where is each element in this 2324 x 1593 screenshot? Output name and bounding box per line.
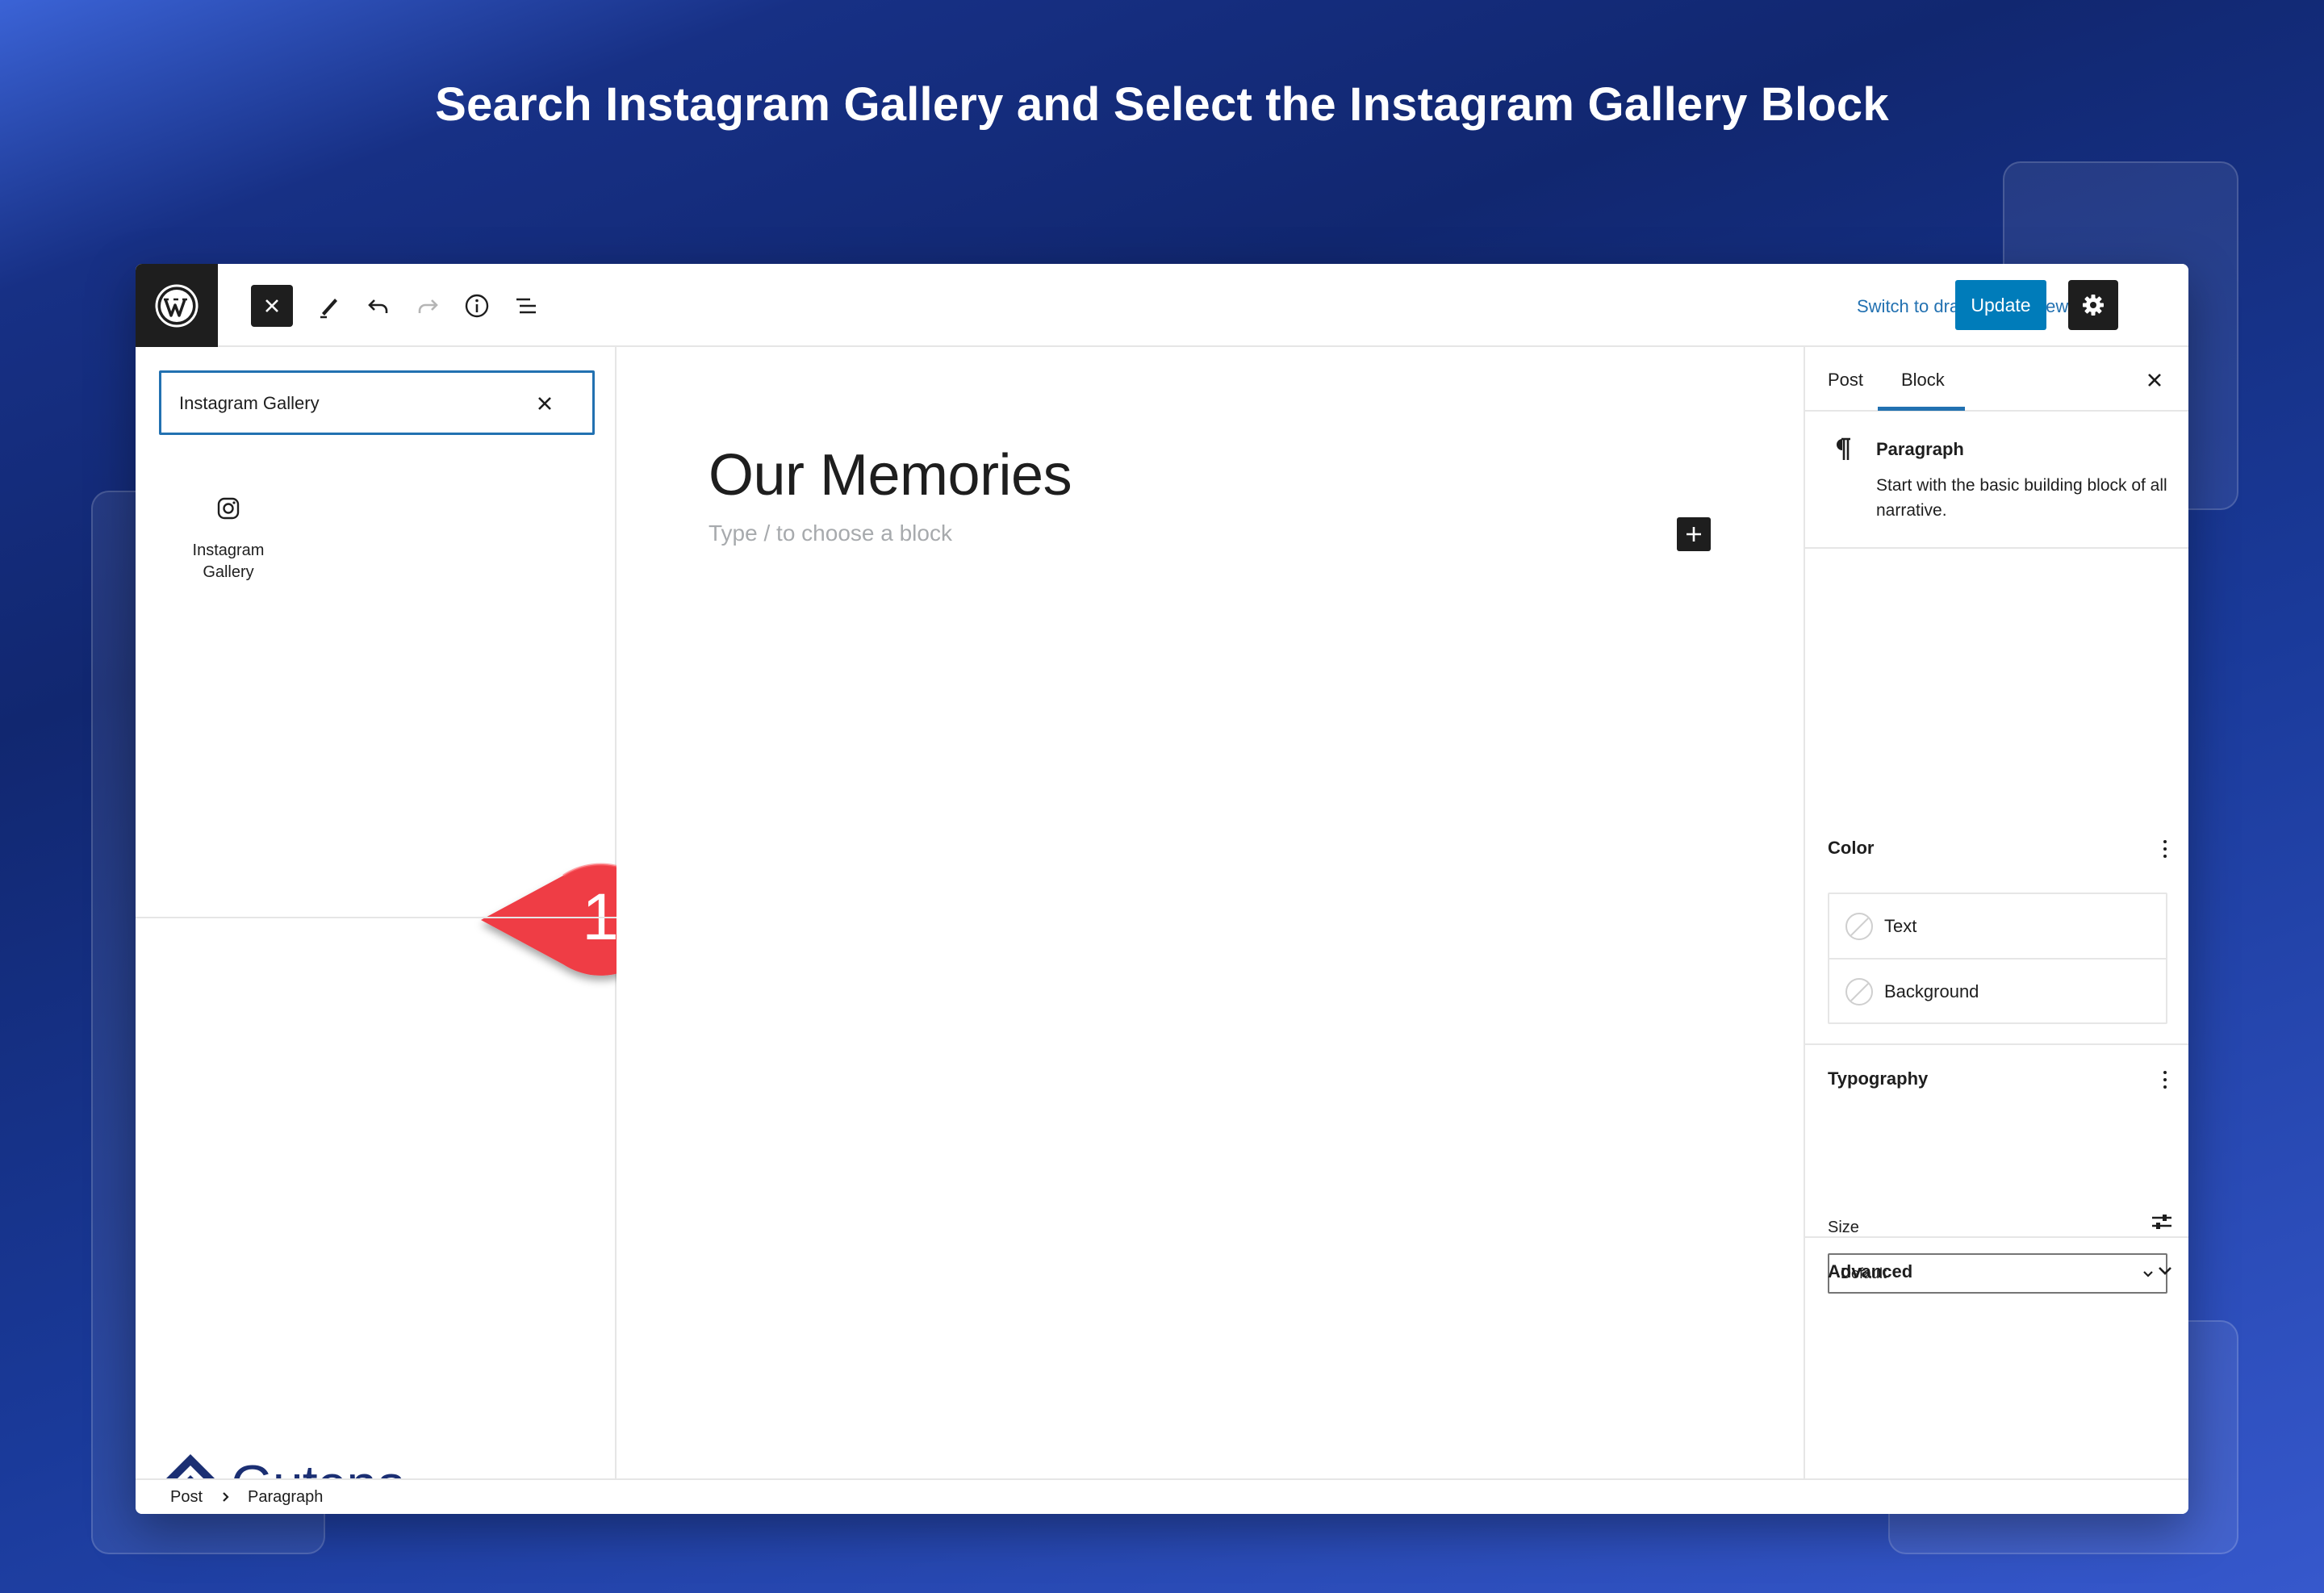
color-section-divider [1805, 1043, 2188, 1045]
clear-search-icon[interactable] [534, 393, 555, 414]
wordpress-logo[interactable] [136, 264, 218, 347]
advanced-section-divider [1805, 1236, 2188, 1238]
list-view-icon [516, 298, 536, 314]
text-color-swatch [1845, 913, 1873, 940]
block-search-box [159, 370, 595, 435]
tab-block[interactable]: Block [1901, 370, 1945, 391]
advanced-chevron-down-icon[interactable] [2155, 1260, 2176, 1281]
plus-icon [1687, 527, 1701, 541]
tab-post[interactable]: Post [1828, 370, 1863, 391]
settings-button[interactable] [2068, 280, 2118, 330]
info-icon [465, 294, 489, 318]
close-sidebar-icon[interactable] [2144, 370, 2165, 391]
close-icon [265, 299, 278, 312]
instagram-gallery-block-label: Instagram Gallery [192, 541, 265, 581]
block-search-input[interactable] [179, 391, 518, 416]
instagram-gallery-block-item[interactable]: Instagram Gallery [184, 484, 273, 597]
page-headline: Search Instagram Gallery and Select the … [435, 78, 1889, 131]
pencil-icon [320, 299, 337, 319]
settings-sidebar: Post Block Paragraph Start with the basi… [1804, 347, 2188, 1478]
tools-button[interactable] [308, 285, 350, 327]
breadcrumb-paragraph[interactable]: Paragraph [248, 1488, 323, 1507]
details-button[interactable] [456, 285, 498, 327]
editor-window: Switch to draft Preview Update [136, 264, 2188, 1514]
update-button[interactable]: Update [1955, 280, 2046, 330]
custom-size-toggle-icon[interactable] [2149, 1209, 2175, 1235]
editor-canvas[interactable]: Our Memories Type / to choose a block [617, 347, 1803, 1478]
paragraph-icon [1837, 437, 1850, 460]
breadcrumb-post[interactable]: Post [170, 1488, 203, 1507]
chevron-down-icon [2143, 1271, 2153, 1277]
add-block-button[interactable] [1677, 517, 1711, 551]
instagram-icon [217, 497, 240, 520]
color-settings-box: Text Background [1828, 893, 2167, 1024]
color-options-button[interactable] [2157, 834, 2173, 863]
advanced-section-title[interactable]: Advanced [1828, 1261, 1912, 1282]
block-name: Paragraph [1876, 439, 1964, 459]
inserter-divider [136, 917, 617, 918]
background-color-label: Background [1884, 981, 1979, 1001]
redo-icon [418, 299, 438, 313]
typography-section-title[interactable]: Typography [1828, 1068, 1928, 1089]
typography-options-button[interactable] [2157, 1065, 2173, 1094]
chevron-right-icon [223, 1492, 229, 1502]
block-card: Paragraph Start with the basic building … [1805, 412, 2188, 549]
post-title[interactable]: Our Memories [708, 442, 1072, 508]
top-toolbar: Switch to draft Preview Update [136, 264, 2188, 347]
text-color-option[interactable]: Text [1829, 894, 2166, 959]
background-color-swatch [1845, 978, 1873, 1006]
sidebar-tabs: Post Block [1805, 347, 2188, 412]
active-tab-indicator [1878, 407, 1965, 411]
undo-icon [368, 299, 388, 313]
block-description: Start with the basic building block of a… [1876, 476, 2167, 520]
wordpress-icon [155, 284, 199, 327]
redo-button[interactable] [407, 285, 449, 327]
background-color-option[interactable]: Background [1829, 960, 2166, 1024]
list-view-button[interactable] [505, 285, 547, 327]
text-color-label: Text [1884, 916, 1917, 936]
size-label: Size [1828, 1219, 1859, 1236]
breadcrumb: Post Paragraph [136, 1478, 2188, 1514]
undo-button[interactable] [357, 285, 399, 327]
block-inserter-panel: Instagram Gallery 1 Gutena. [136, 347, 670, 1514]
gear-icon [2083, 295, 2104, 316]
switch-to-draft-link[interactable]: Switch to draft [1857, 296, 1969, 317]
block-placeholder[interactable]: Type / to choose a block [708, 521, 952, 546]
close-inserter-button[interactable] [251, 285, 293, 327]
color-section-title[interactable]: Color [1828, 838, 1874, 859]
